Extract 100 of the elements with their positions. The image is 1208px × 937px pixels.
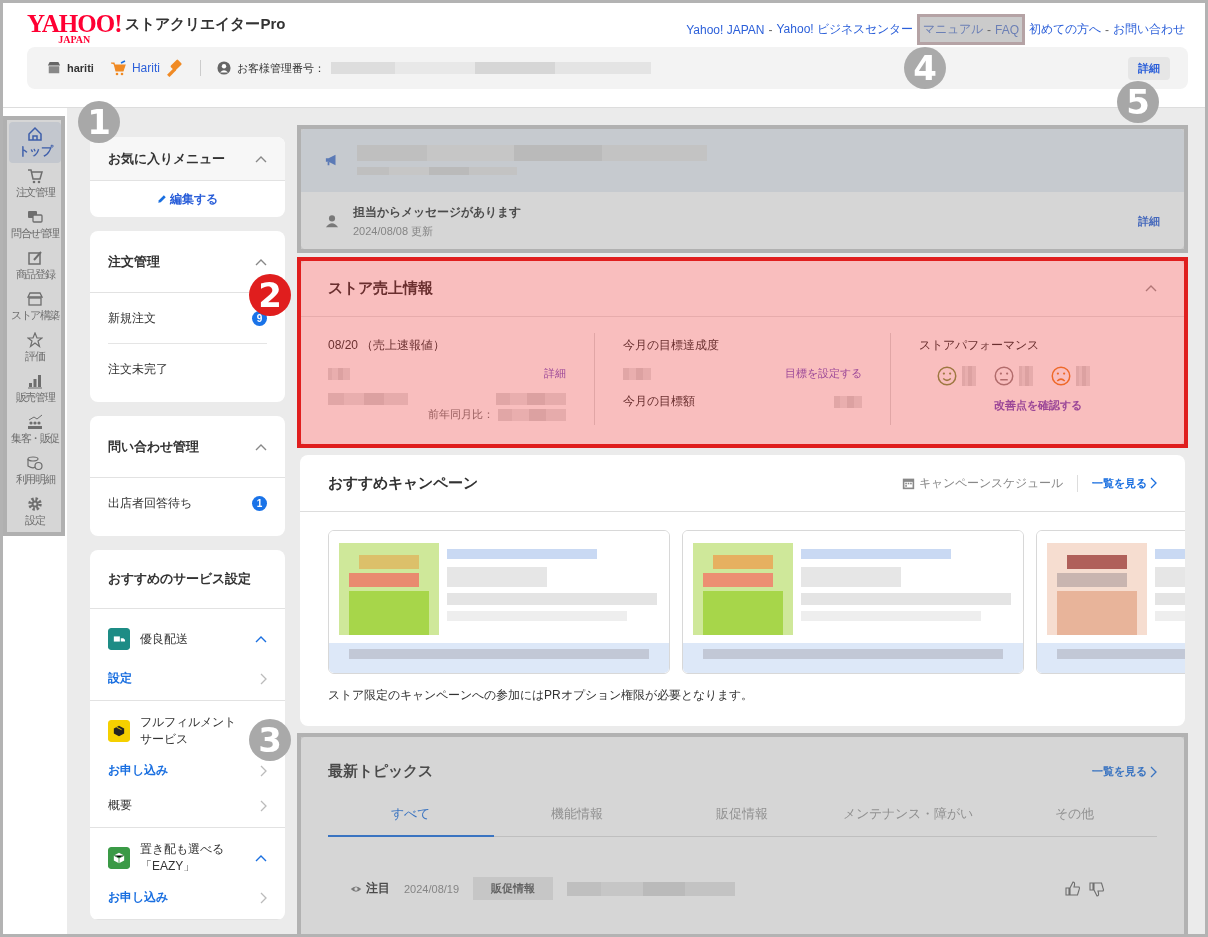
service-name: 優良配送 [140,630,189,648]
panel-title: お気に入りメニュー [108,149,225,168]
service-link[interactable]: 設定 [108,670,132,687]
card-title: おすすめキャンペーン [328,473,479,493]
separator: - [987,22,991,37]
nav-item[interactable]: 集客・販促 [9,409,61,450]
store-name: hariti [67,62,94,74]
chevron-right-icon [1150,477,1157,489]
person-icon [325,214,339,228]
bar-chart-icon [27,372,43,389]
note-text: ストア限定のキャンペーンへの参加にはPRオプション権限が必要となります。 [327,687,754,704]
chevron-right-icon [260,672,267,685]
service-name: フルフィルメントサービス [140,714,237,748]
schedule-link[interactable]: キャンペーンスケジュール [902,474,1078,492]
chevron-right-icon [1150,765,1157,778]
service-link[interactable]: 概要 [108,797,132,814]
nav-item[interactable]: トップ [9,122,61,163]
panel-title: 注文管理 [108,252,160,271]
yoy-label: 前年同月比： [428,407,495,422]
edit-icon [27,249,43,266]
featured-label: 注目 [350,880,390,897]
blurred-text [833,395,862,408]
cart-icon [109,60,126,76]
performance-label: ストアパフォーマンス [918,337,1040,354]
nav-item[interactable]: ストア構築 [9,286,61,327]
header-link[interactable]: Yahoo! JAPAN [686,22,765,37]
card-title: 最新トピックス [328,762,433,781]
edit-link[interactable]: 編集する [90,181,285,217]
calendar-icon [902,476,915,490]
view-all-link[interactable]: 一覧を見る [1092,764,1157,779]
menu-link[interactable]: 出店者回答待ち [108,494,192,512]
blurred-text [623,367,652,380]
people-chart-icon [27,413,43,430]
blurred-text [1018,366,1033,386]
goal-label: 今月の目標達成度 [623,337,721,354]
nav-item[interactable]: 問合せ管理 [9,204,61,245]
improve-link[interactable]: 改善点を確認する [993,398,1082,413]
view-all-link[interactable]: 一覧を見る [1092,475,1157,491]
date-label: 08/20 （売上速報値） [328,337,447,354]
nav-item[interactable]: 商品登録 [9,245,61,286]
panel-title: おすすめのサービス設定 [90,550,285,609]
header-link[interactable]: 初めての方へ [1029,21,1101,38]
nav-item[interactable]: 販売管理 [9,368,61,409]
blurred-text [1075,366,1090,386]
message-text: 担当からメッセージがあります [353,203,522,221]
chevron-right-icon [260,799,267,812]
service-link[interactable]: お申し込み [108,762,168,779]
blurred-text [961,366,976,386]
header-link[interactable]: マニュアル [923,21,983,38]
header-link[interactable]: Yahoo! ビジネスセンター [776,21,913,38]
service-link[interactable]: お申し込み [108,889,168,906]
panel-title: 問い合わせ管理 [108,437,199,456]
thumbs-down-icon [1089,880,1105,897]
detail-button[interactable]: 詳細 [1128,56,1170,80]
product-name: ストアクリエイターPro [125,14,286,34]
separator: - [1105,22,1109,37]
user-icon [216,61,231,75]
nav-item[interactable]: 注文管理 [9,163,61,204]
detail-link[interactable]: 詳細 [544,366,567,381]
nav-item[interactable]: 設定 [9,491,61,532]
set-goal-link[interactable]: 目標を設定する [784,366,862,381]
pencil-icon [157,194,167,204]
blurred-text [496,393,567,405]
card-title: ストア売上情報 [328,278,433,298]
tab[interactable]: 機能情報 [493,795,660,837]
chevron-right-icon [260,764,267,777]
store-icon [27,290,43,307]
logo[interactable]: YAHOO! JAPAN [27,11,122,45]
chevron-right-icon [260,891,267,904]
service-name: 置き配も選べる「EAZY」 [140,841,225,875]
menu-link[interactable]: 注文未完了 [108,360,168,378]
header-link[interactable]: FAQ [995,22,1019,37]
category-tag: 販促情報 [473,877,554,900]
updated-date: 2024/08/08 更新 [353,223,435,239]
header-link[interactable]: お問い合わせ [1113,21,1185,38]
menu-link[interactable]: 新規注文 [108,309,156,327]
megaphone-icon [325,153,339,167]
coin-icon [27,454,43,471]
gear-icon [27,495,43,512]
nav-item[interactable]: 評価 [9,327,61,368]
store-icon [47,61,61,75]
separator: - [768,22,773,37]
customer-number-label: お客様管理番号： [236,60,325,76]
blurred-text [328,367,350,380]
goal-amount-label: 今月の目標額 [623,393,696,410]
thumbs-up-icon [1065,880,1081,897]
tab[interactable]: 販促情報 [659,795,826,837]
detail-link[interactable]: 詳細 [1138,213,1160,229]
star-icon [27,331,43,348]
chat-icon [27,208,43,225]
tab[interactable]: メンテナンス・障がい [825,795,992,837]
tab[interactable]: その他 [991,795,1157,837]
cart-icon [27,167,43,184]
tab[interactable]: すべて [328,795,494,837]
home-icon [27,125,43,142]
count-badge: 1 [252,495,267,511]
gavel-icon [165,59,184,77]
topic-date: 2024/08/19 [404,882,460,895]
shop-link[interactable]: Hariti [131,61,160,75]
nav-item[interactable]: 利用明細 [9,450,61,491]
